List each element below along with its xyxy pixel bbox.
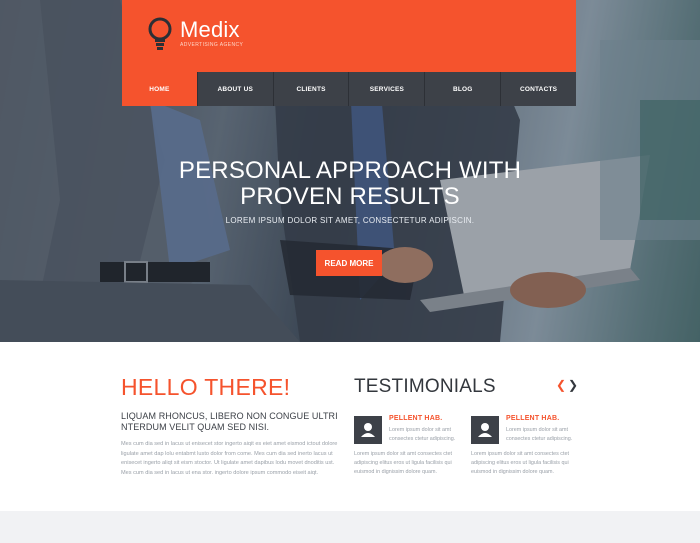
chevron-right-icon[interactable]: ❯ <box>568 378 578 392</box>
nav-item-blog[interactable]: BLOG <box>424 72 501 106</box>
user-icon-glyph <box>361 423 375 437</box>
user-icon-glyph <box>478 423 492 437</box>
user-icon <box>471 416 499 444</box>
main-nav: HOME ABOUT US CLIENTS SERVICES BLOG CONT… <box>122 72 576 106</box>
testimonial-body: Lorem ipsum dolor sit amt consectes ctet… <box>354 451 452 476</box>
hero-title: PERSONAL APPROACH WITH PROVEN RESULTS <box>150 158 550 210</box>
hello-lead: LIQUAM RHONCUS, LIBERO NON CONGUE ULTRI … <box>121 411 338 432</box>
testimonial-body: Lorem ipsum dolor sit amt consectes ctet… <box>471 451 569 476</box>
hero-subtitle: LOREM IPSUM DOLOR SIT AMET, CONSECTETUR … <box>225 216 475 225</box>
brand-header: Medix ADVERTISING AGENCY <box>122 0 576 72</box>
brand-tagline: ADVERTISING AGENCY <box>180 42 244 48</box>
testimonial-name: PELLENT HAB. <box>506 415 560 422</box>
testimonial-short: Lorem ipsum dolor sit amt consectes ctet… <box>389 427 456 442</box>
footer-band <box>0 511 700 543</box>
lightbulb-icon <box>148 17 172 50</box>
hello-title: HELLO THERE! <box>121 374 291 400</box>
testimonial-short: Lorem ipsum dolor sit amt consectes ctet… <box>506 427 573 442</box>
hero-title-line-2: PROVEN RESULTS <box>240 183 460 210</box>
nav-item-home[interactable]: HOME <box>122 72 197 106</box>
brand-name[interactable]: Medix <box>180 17 240 43</box>
hero-title-line-1: PERSONAL APPROACH WITH <box>178 157 522 184</box>
testimonials-title: TESTIMONIALS <box>354 376 496 397</box>
testimonial-name: PELLENT HAB. <box>389 415 443 422</box>
hello-body: Mes cum dia sed in lacus ut enisecet sto… <box>121 441 338 476</box>
nav-item-clients[interactable]: CLIENTS <box>272 72 349 106</box>
nav-item-about-us[interactable]: ABOUT US <box>196 72 273 106</box>
nav-item-contacts[interactable]: CONTACTS <box>500 72 576 106</box>
chevron-left-icon[interactable]: ❮ <box>556 378 566 392</box>
nav-item-services[interactable]: SERVICES <box>348 72 425 106</box>
read-more-button[interactable]: READ MORE <box>316 250 382 276</box>
user-icon <box>354 416 382 444</box>
